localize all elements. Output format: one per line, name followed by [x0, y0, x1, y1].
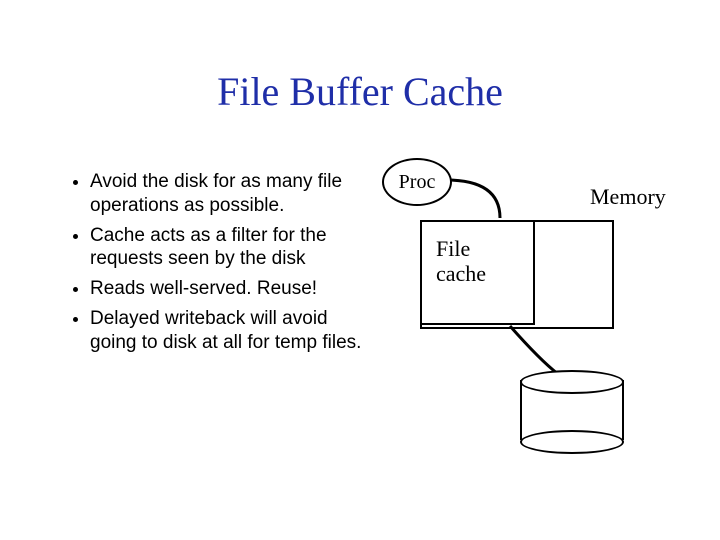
file-cache-label-2: cache [436, 261, 486, 286]
bullet-item: Reads well-served. Reuse! [90, 277, 378, 301]
cache-to-disk-line [510, 326, 558, 374]
proc-oval: Proc [382, 158, 452, 206]
bullet-item: Delayed writeback will avoid going to di… [90, 307, 378, 355]
file-cache-box: File cache [420, 220, 535, 325]
proc-to-cache-line [446, 180, 500, 218]
disk-cylinder-icon [520, 370, 620, 450]
diagram: File cache Memory Proc [390, 160, 700, 500]
file-cache-label-1: File [436, 236, 470, 261]
bullet-list: Avoid the disk for as many file operatio… [68, 170, 378, 360]
slide-title: File Buffer Cache [0, 68, 720, 115]
cylinder-bottom [520, 430, 624, 454]
proc-label: Proc [399, 171, 436, 194]
memory-label: Memory [590, 184, 666, 210]
bullet-item: Avoid the disk for as many file operatio… [90, 170, 378, 218]
cylinder-top [520, 370, 624, 394]
slide: File Buffer Cache Avoid the disk for as … [0, 0, 720, 540]
bullet-item: Cache acts as a filter for the requests … [90, 224, 378, 272]
